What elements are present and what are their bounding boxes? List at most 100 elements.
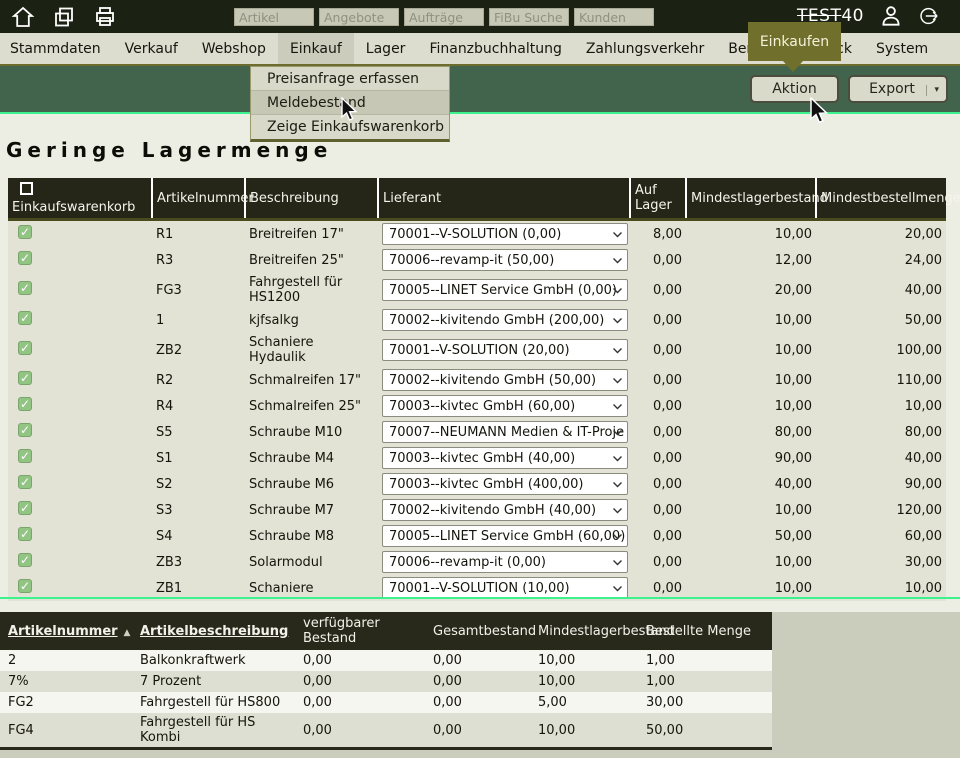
mindestlagerbestand-cell: 90,00 [686, 445, 816, 471]
mindestlagerbestand-cell: 80,00 [686, 419, 816, 445]
artikelnummer-cell: S2 [152, 471, 245, 497]
row-checkbox-checked[interactable]: ✓ [18, 225, 32, 239]
menu-option-preisanfrage-erfassen[interactable]: Preisanfrage erfassen [251, 67, 449, 91]
supplier-select[interactable]: 70006--revamp-it (0,00) [382, 551, 628, 573]
lieferant-cell: 70005--LINET Service GmbH (60,00) [378, 523, 630, 549]
export-button[interactable]: Export ▾ [848, 75, 948, 103]
user-icon[interactable] [878, 3, 904, 29]
chevron-down-icon [612, 346, 623, 355]
verfuegbarer-bestand-cell: 0,00 [295, 713, 425, 749]
supplier-select[interactable]: 70001--V-SOLUTION (20,00) [382, 339, 628, 361]
home-icon[interactable] [10, 4, 36, 30]
sort-header-artikelnummer[interactable]: Artikelnummer▲ [0, 612, 132, 650]
bestellte-menge-cell: 50,00 [638, 713, 772, 749]
quick-search-input-artikel[interactable] [234, 8, 314, 26]
supplier-select[interactable]: 70006--revamp-it (50,00) [382, 249, 628, 271]
menu-item-finanzbuchhaltung[interactable]: Finanzbuchhaltung [417, 33, 573, 64]
row-checkbox-checked[interactable]: ✓ [18, 281, 32, 295]
supplier-select[interactable]: 70003--kivtec GmbH (60,00) [382, 395, 628, 417]
check-icon: ✓ [20, 527, 30, 541]
quick-search-input-fibu-suche[interactable] [489, 8, 569, 26]
supplier-select[interactable]: 70007--NEUMANN Medien & IT-Proje [382, 421, 628, 443]
quick-search-input-kunden[interactable] [574, 8, 654, 26]
menu-item-lager[interactable]: Lager [354, 33, 418, 64]
cart-cell: ✓ [8, 549, 152, 575]
beschreibung-cell: Schraube M7 [245, 497, 378, 523]
logout-icon[interactable] [918, 3, 944, 29]
beschreibung-cell: Fahrgestell für HS1200 [245, 273, 378, 307]
menu-option-meldebestand[interactable]: Meldebestand [251, 91, 449, 115]
print-icon[interactable] [92, 4, 118, 30]
auf-lager-cell: 0,00 [630, 247, 686, 273]
supplier-select-value: 70001--V-SOLUTION (0,00) [389, 227, 561, 242]
mindestlagerbestand-cell: 10,00 [686, 220, 816, 248]
row-checkbox-checked[interactable]: ✓ [18, 579, 32, 593]
row-checkbox-checked[interactable]: ✓ [18, 501, 32, 515]
mindestbestellmenge-cell: 120,00 [816, 497, 946, 523]
supplier-select[interactable]: 70002--kivitendo GmbH (40,00) [382, 499, 628, 521]
supplier-select[interactable]: 70001--V-SOLUTION (10,00) [382, 577, 628, 599]
menu-item-verkauf[interactable]: Verkauf [113, 33, 190, 64]
sort-header-artikelbeschreibung[interactable]: Artikelbeschreibung [132, 612, 295, 650]
einkaufen-flyover-button[interactable]: Einkaufen [748, 22, 841, 61]
header-beschreibung: Beschreibung [245, 178, 378, 220]
header-cart-column: Einkaufswarenkorb [8, 178, 152, 220]
page-content: Geringe Lagermenge Einkaufswarenkorb Art… [0, 114, 960, 601]
lieferant-cell: 70002--kivitendo GmbH (50,00) [378, 367, 630, 393]
artikelnummer-cell: S5 [152, 419, 245, 445]
supplier-select[interactable]: 70002--kivitendo GmbH (200,00) [382, 309, 628, 331]
menu-item-einkauf[interactable]: Einkauf [278, 33, 354, 64]
flyover-pointer [783, 61, 803, 72]
row-checkbox-checked[interactable]: ✓ [18, 527, 32, 541]
header-gesamtbestand: Gesamtbestand [425, 612, 530, 650]
check-icon: ✓ [20, 341, 30, 355]
supplier-select[interactable]: 70005--LINET Service GmbH (60,00) [382, 525, 628, 547]
menu-option-zeige-einkaufswarenkorb[interactable]: Zeige Einkaufswarenkorb [251, 115, 449, 139]
select-all-checkbox[interactable] [20, 182, 33, 195]
quick-search-input-auftr-ge[interactable] [404, 8, 484, 26]
supplier-select[interactable]: 70002--kivitendo GmbH (50,00) [382, 369, 628, 391]
chevron-down-icon [612, 230, 623, 239]
aktion-button[interactable]: Aktion [750, 75, 839, 103]
mindestlagerbestand-cell: 5,00 [530, 692, 638, 713]
row-checkbox-checked[interactable]: ✓ [18, 371, 32, 385]
row-checkbox-checked[interactable]: ✓ [18, 397, 32, 411]
check-icon: ✓ [20, 449, 30, 463]
beschreibung-cell: Solarmodul [245, 549, 378, 575]
row-checkbox-checked[interactable]: ✓ [18, 475, 32, 489]
supplier-select[interactable]: 70003--kivtec GmbH (40,00) [382, 447, 628, 469]
check-icon: ✓ [20, 501, 30, 515]
row-checkbox-checked[interactable]: ✓ [18, 341, 32, 355]
table-row: ✓ R1 Breitreifen 17" 70001--V-SOLUTION (… [8, 220, 946, 248]
menu-item-webshop[interactable]: Webshop [190, 33, 278, 64]
auf-lager-cell: 0,00 [630, 367, 686, 393]
quick-search-bar [234, 8, 654, 26]
supplier-select[interactable]: 70001--V-SOLUTION (0,00) [382, 223, 628, 245]
row-checkbox-checked[interactable]: ✓ [18, 251, 32, 265]
supplier-select-value: 70003--kivtec GmbH (60,00) [389, 399, 575, 414]
menu-item-zahlungsverkehr[interactable]: Zahlungsverkehr [574, 33, 716, 64]
lieferant-cell: 70005--LINET Service GmbH (0,00) [378, 273, 630, 307]
beschreibung-cell: Schmalreifen 25" [245, 393, 378, 419]
supplier-select[interactable]: 70005--LINET Service GmbH (0,00) [382, 279, 628, 301]
header-mindestlagerbestand: Mindestlagerbestand [686, 178, 816, 220]
beschreibung-cell: Schraube M10 [245, 419, 378, 445]
menu-item-stammdaten[interactable]: Stammdaten [0, 33, 113, 64]
artikelnummer-cell: FG2 [0, 692, 132, 713]
cart-cell: ✓ [8, 333, 152, 367]
cart-cell: ✓ [8, 273, 152, 307]
beschreibung-cell: Schaniere Hydaulik [245, 333, 378, 367]
row-checkbox-checked[interactable]: ✓ [18, 449, 32, 463]
artikelnummer-cell: FG4 [0, 713, 132, 749]
menu-item-system[interactable]: System [864, 33, 940, 64]
quick-search-input-angebote[interactable] [319, 8, 399, 26]
header-mindestbestellmenge: Mindestbestellmenge [816, 178, 946, 220]
mindestlagerbestand-cell: 40,00 [686, 471, 816, 497]
mindestlagerbestand-cell: 10,00 [686, 333, 816, 367]
row-checkbox-checked[interactable]: ✓ [18, 553, 32, 567]
row-checkbox-checked[interactable]: ✓ [18, 311, 32, 325]
row-checkbox-checked[interactable]: ✓ [18, 423, 32, 437]
table-row: ✓ R2 Schmalreifen 17" 70002--kivitendo G… [8, 367, 946, 393]
windows-icon[interactable] [51, 4, 77, 30]
supplier-select[interactable]: 70003--kivtec GmbH (400,00) [382, 473, 628, 495]
